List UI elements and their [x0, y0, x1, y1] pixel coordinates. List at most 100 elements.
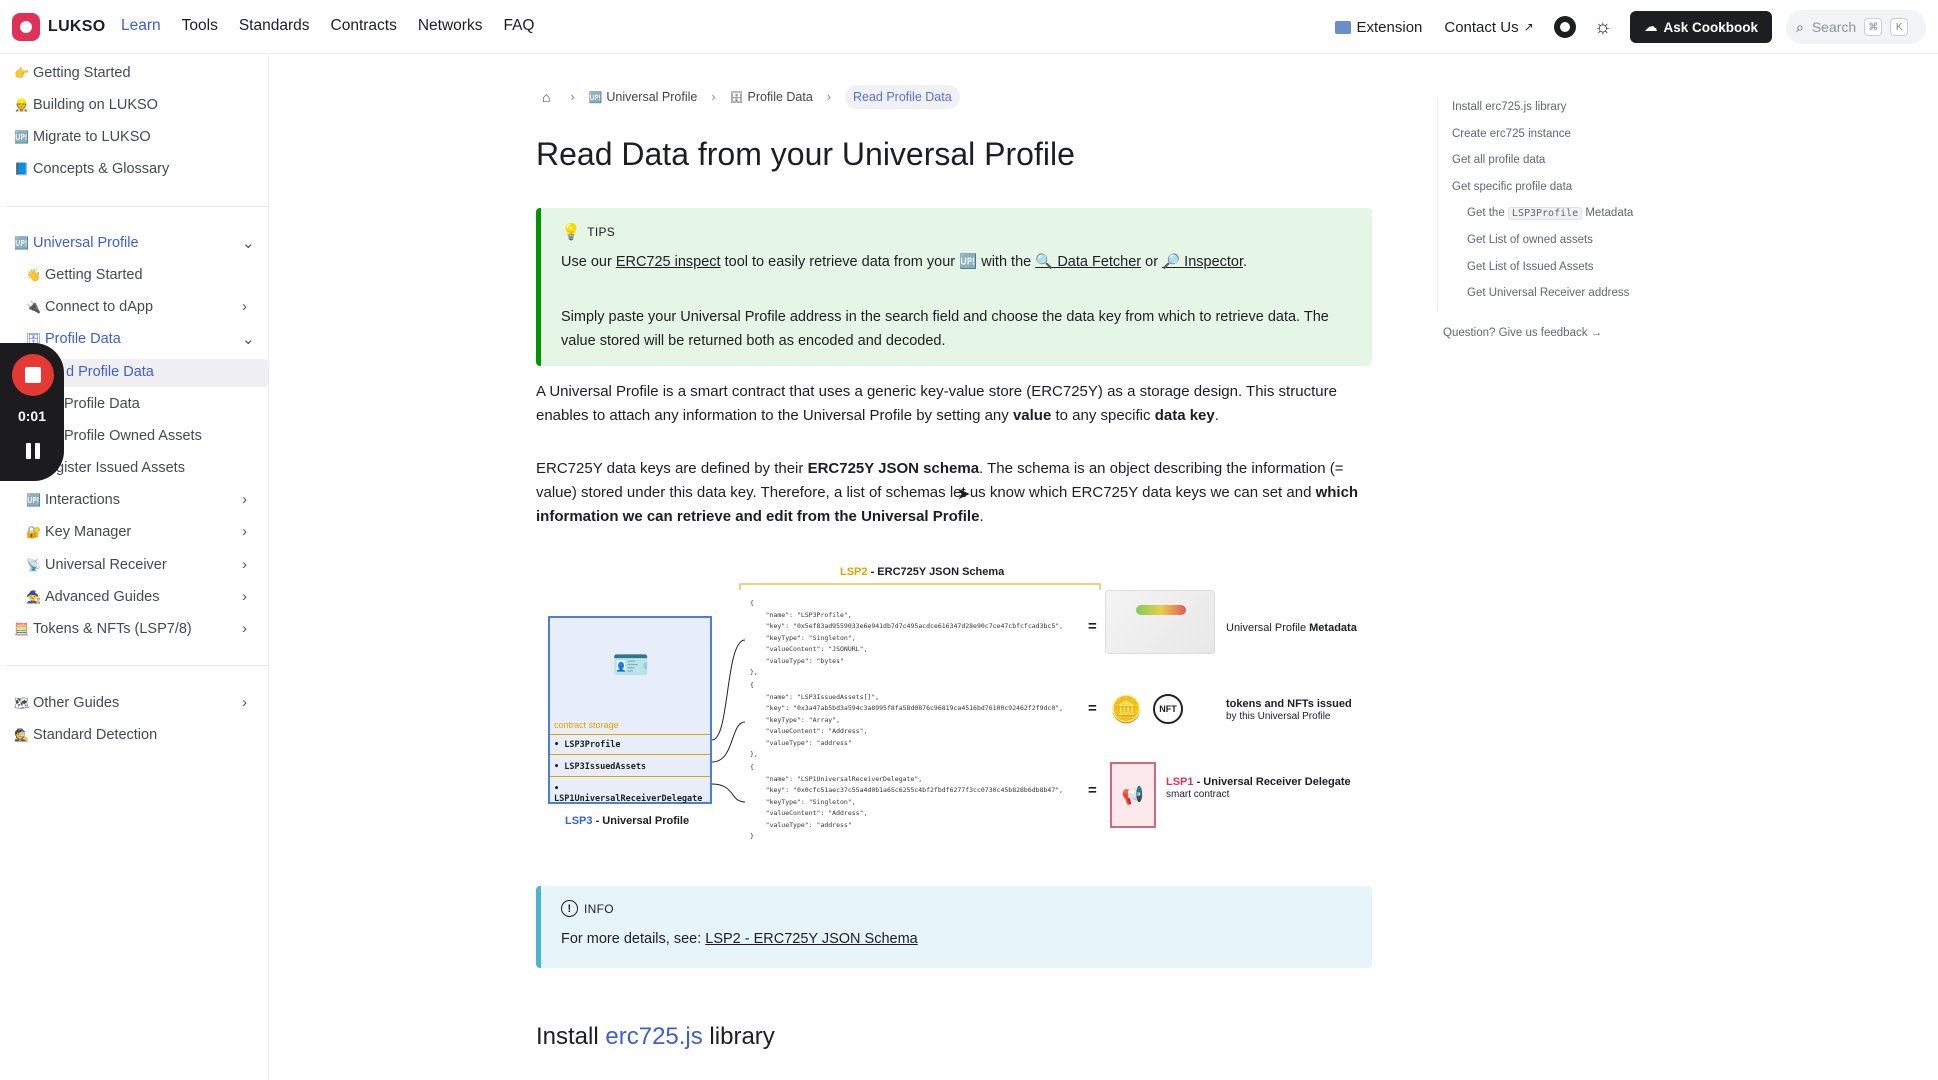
- diagram-title-text: - ERC725Y JSON Schema: [867, 566, 1005, 578]
- equals-sign: =: [1088, 618, 1097, 635]
- toc-item[interactable]: Get List of owned assets: [1452, 231, 1633, 258]
- toc-item[interactable]: Get Universal Receiver address: [1452, 284, 1633, 311]
- up-icon: 🆙: [14, 130, 29, 144]
- sidebar-item-label: Tokens & NFTs (LSP7/8): [33, 621, 192, 637]
- nav-link-standards[interactable]: Standards: [239, 17, 310, 35]
- breadcrumb-profile-data[interactable]: 🗄 Profile Data: [730, 90, 813, 104]
- sidebar-item-label: Profile Data: [64, 396, 140, 412]
- sidebar-item-universal-receiver[interactable]: 📡 Universal Receiver: [26, 557, 167, 573]
- info-paragraph: For more details, see: LSP2 - ERC725Y JS…: [561, 931, 918, 947]
- sidebar-item-interactions[interactable]: 🆙 Interactions: [26, 492, 120, 508]
- profile-id-icon: 🪪: [612, 649, 650, 682]
- storage-line: [550, 776, 710, 777]
- map-icon: 🗺: [14, 696, 30, 710]
- erc725js-link[interactable]: erc725.js: [605, 1023, 702, 1050]
- toc-item[interactable]: Get all profile data: [1452, 151, 1633, 178]
- sidebar-item-issued-assets[interactable]: gister Issued Assets: [56, 460, 185, 476]
- up-icon: [1334, 20, 1351, 34]
- tip-label: TIPS: [587, 225, 616, 239]
- extension-link[interactable]: Extension: [1334, 19, 1422, 36]
- point-right-icon: 👉: [14, 66, 29, 80]
- inspector-link[interactable]: 🔎 Inspector: [1162, 254, 1243, 270]
- label-text: smart contract: [1166, 789, 1230, 800]
- breadcrumb-universal-profile[interactable]: 🆙 Universal Profile: [589, 90, 698, 104]
- sidebar-item-tokens-nfts[interactable]: 🧮 Tokens & NFTs (LSP7/8): [14, 621, 192, 637]
- sidebar-item-read-profile-data[interactable]: d Profile Data: [66, 364, 154, 380]
- theme-toggle-icon[interactable]: ☼: [1594, 16, 1612, 39]
- home-icon[interactable]: ⌂: [542, 89, 550, 105]
- sidebar-divider: [6, 665, 268, 666]
- sidebar-item-up-getting-started[interactable]: 👋 Getting Started: [26, 267, 143, 283]
- cookbook-icon: ☁: [1643, 19, 1658, 34]
- github-icon[interactable]: [1553, 16, 1576, 38]
- toc-item[interactable]: Get specific profile data: [1452, 178, 1633, 205]
- erc725-inspect-link[interactable]: ERC725 inspect: [616, 254, 721, 270]
- nav-link-tools[interactable]: Tools: [182, 17, 218, 35]
- ask-cookbook-button[interactable]: ☁ Ask Cookbook: [1629, 11, 1772, 43]
- chevron-down-icon[interactable]: ⌄: [242, 330, 255, 348]
- antenna-icon: 📡: [26, 558, 41, 572]
- sidebar-item-label: Connect to dApp: [45, 299, 154, 315]
- sidebar-item-label: Migrate to LUKSO: [33, 129, 151, 145]
- chevron-right-icon[interactable]: ›: [242, 298, 247, 315]
- sidebar-item-connect-dapp[interactable]: 🔌 Connect to dApp: [26, 299, 153, 315]
- chevron-right-icon[interactable]: ›: [242, 491, 247, 508]
- json-schema-issued-assets: { "name": "LSP3IssuedAssets[]", "key": "…: [750, 681, 1064, 758]
- data-fetcher-link[interactable]: 🔍 Data Fetcher: [1035, 254, 1141, 270]
- external-link-icon: ↗: [1523, 20, 1534, 34]
- sidebar-item-label: Standard Detection: [33, 727, 158, 743]
- feedback-link[interactable]: Question? Give us feedback →: [1443, 327, 1602, 339]
- sidebar-item-label: Getting Started: [45, 267, 143, 283]
- sidebar-item-label: Profile Owned Assets: [64, 428, 202, 444]
- nav-link-faq[interactable]: FAQ: [503, 17, 534, 35]
- sidebar-item-universal-profile[interactable]: 🆙 Universal Profile: [14, 235, 139, 251]
- sidebar-item-edit-profile-data[interactable]: Profile Data: [64, 396, 140, 412]
- nav-link-contracts[interactable]: Contracts: [331, 17, 397, 35]
- contract-storage-box: 🪪 contract storage • LSP3Profile • LSP3I…: [548, 616, 712, 804]
- toc-item[interactable]: Get List of Issued Assets: [1452, 258, 1633, 285]
- sidebar-item-key-manager[interactable]: 🔐 Key Manager: [26, 524, 131, 540]
- nav-link-networks[interactable]: Networks: [418, 17, 483, 35]
- toc-item[interactable]: Create erc725 instance: [1452, 125, 1633, 152]
- brand-logo[interactable]: LUKSO: [12, 13, 106, 41]
- heading-text: Install: [536, 1023, 606, 1050]
- nav-link-learn[interactable]: Learn: [121, 17, 161, 35]
- sidebar-item-label: Key Manager: [45, 524, 132, 540]
- sidebar-item-building[interactable]: 👷 Building on LUKSO: [14, 97, 158, 113]
- breadcrumb: ⌂ › 🆙 Universal Profile › 🗄 Profile Data ›…: [542, 85, 960, 109]
- toc-item-lsp3profile-metadata[interactable]: Get the LSP3Profile Metadata: [1452, 204, 1633, 231]
- sidebar-item-getting-started[interactable]: 👉 Getting Started: [14, 65, 131, 81]
- schema-paragraph: ERC725Y data keys are defined by their E…: [536, 457, 1372, 529]
- equals-sign: =: [1088, 782, 1097, 799]
- lsp2-schema-link[interactable]: LSP2 - ERC725Y JSON Schema: [705, 931, 918, 947]
- chevron-right-icon[interactable]: ›: [242, 620, 247, 637]
- diagram-title: LSP2 - ERC725Y JSON Schema: [840, 566, 1004, 578]
- sidebar-item-advanced-guides[interactable]: 🧙 Advanced Guides: [26, 589, 159, 605]
- chevron-right-icon[interactable]: ›: [242, 556, 247, 573]
- chevron-down-icon[interactable]: ⌄: [242, 234, 255, 252]
- sidebar-item-standard-detection[interactable]: 🕵 Standard Detection: [14, 727, 157, 743]
- stop-recording-button[interactable]: [12, 354, 54, 396]
- sidebar-item-label: Advanced Guides: [45, 589, 160, 605]
- tip-text: .: [1243, 254, 1248, 270]
- search-input[interactable]: ⌕ Search ⌘ K: [1786, 10, 1926, 44]
- pause-icon[interactable]: [26, 443, 40, 459]
- sidebar-item-concepts[interactable]: 📘 Concepts & Glossary: [14, 161, 169, 177]
- contact-link[interactable]: Contact Us ↗: [1444, 19, 1533, 36]
- chevron-right-icon[interactable]: ›: [242, 588, 247, 605]
- chevron-right-icon[interactable]: ›: [242, 523, 247, 540]
- sidebar-item-label: Concepts & Glossary: [33, 161, 170, 177]
- detective-icon: 🕵: [14, 728, 29, 742]
- storage-line: [550, 734, 710, 735]
- sidebar-item-owned-assets[interactable]: Profile Owned Assets: [64, 428, 202, 444]
- bold-text: ERC725Y JSON schema: [807, 460, 980, 477]
- toc-item[interactable]: Install erc725.js library: [1452, 98, 1633, 125]
- chevron-right-icon[interactable]: ›: [242, 694, 247, 711]
- key-text: LSP3IssuedAssets: [564, 762, 647, 772]
- key-text: LSP3Profile: [564, 740, 621, 750]
- breadcrumb-separator: ›: [826, 90, 831, 104]
- sidebar-item-other-guides[interactable]: 🗺 Other Guides: [14, 695, 119, 711]
- sidebar-item-migrate[interactable]: 🆙 Migrate to LUKSO: [14, 129, 151, 145]
- tip-admonition: 💡 TIPS Use our ERC725 inspect tool to ea…: [536, 208, 1372, 366]
- up-icon: 🆙: [26, 493, 41, 507]
